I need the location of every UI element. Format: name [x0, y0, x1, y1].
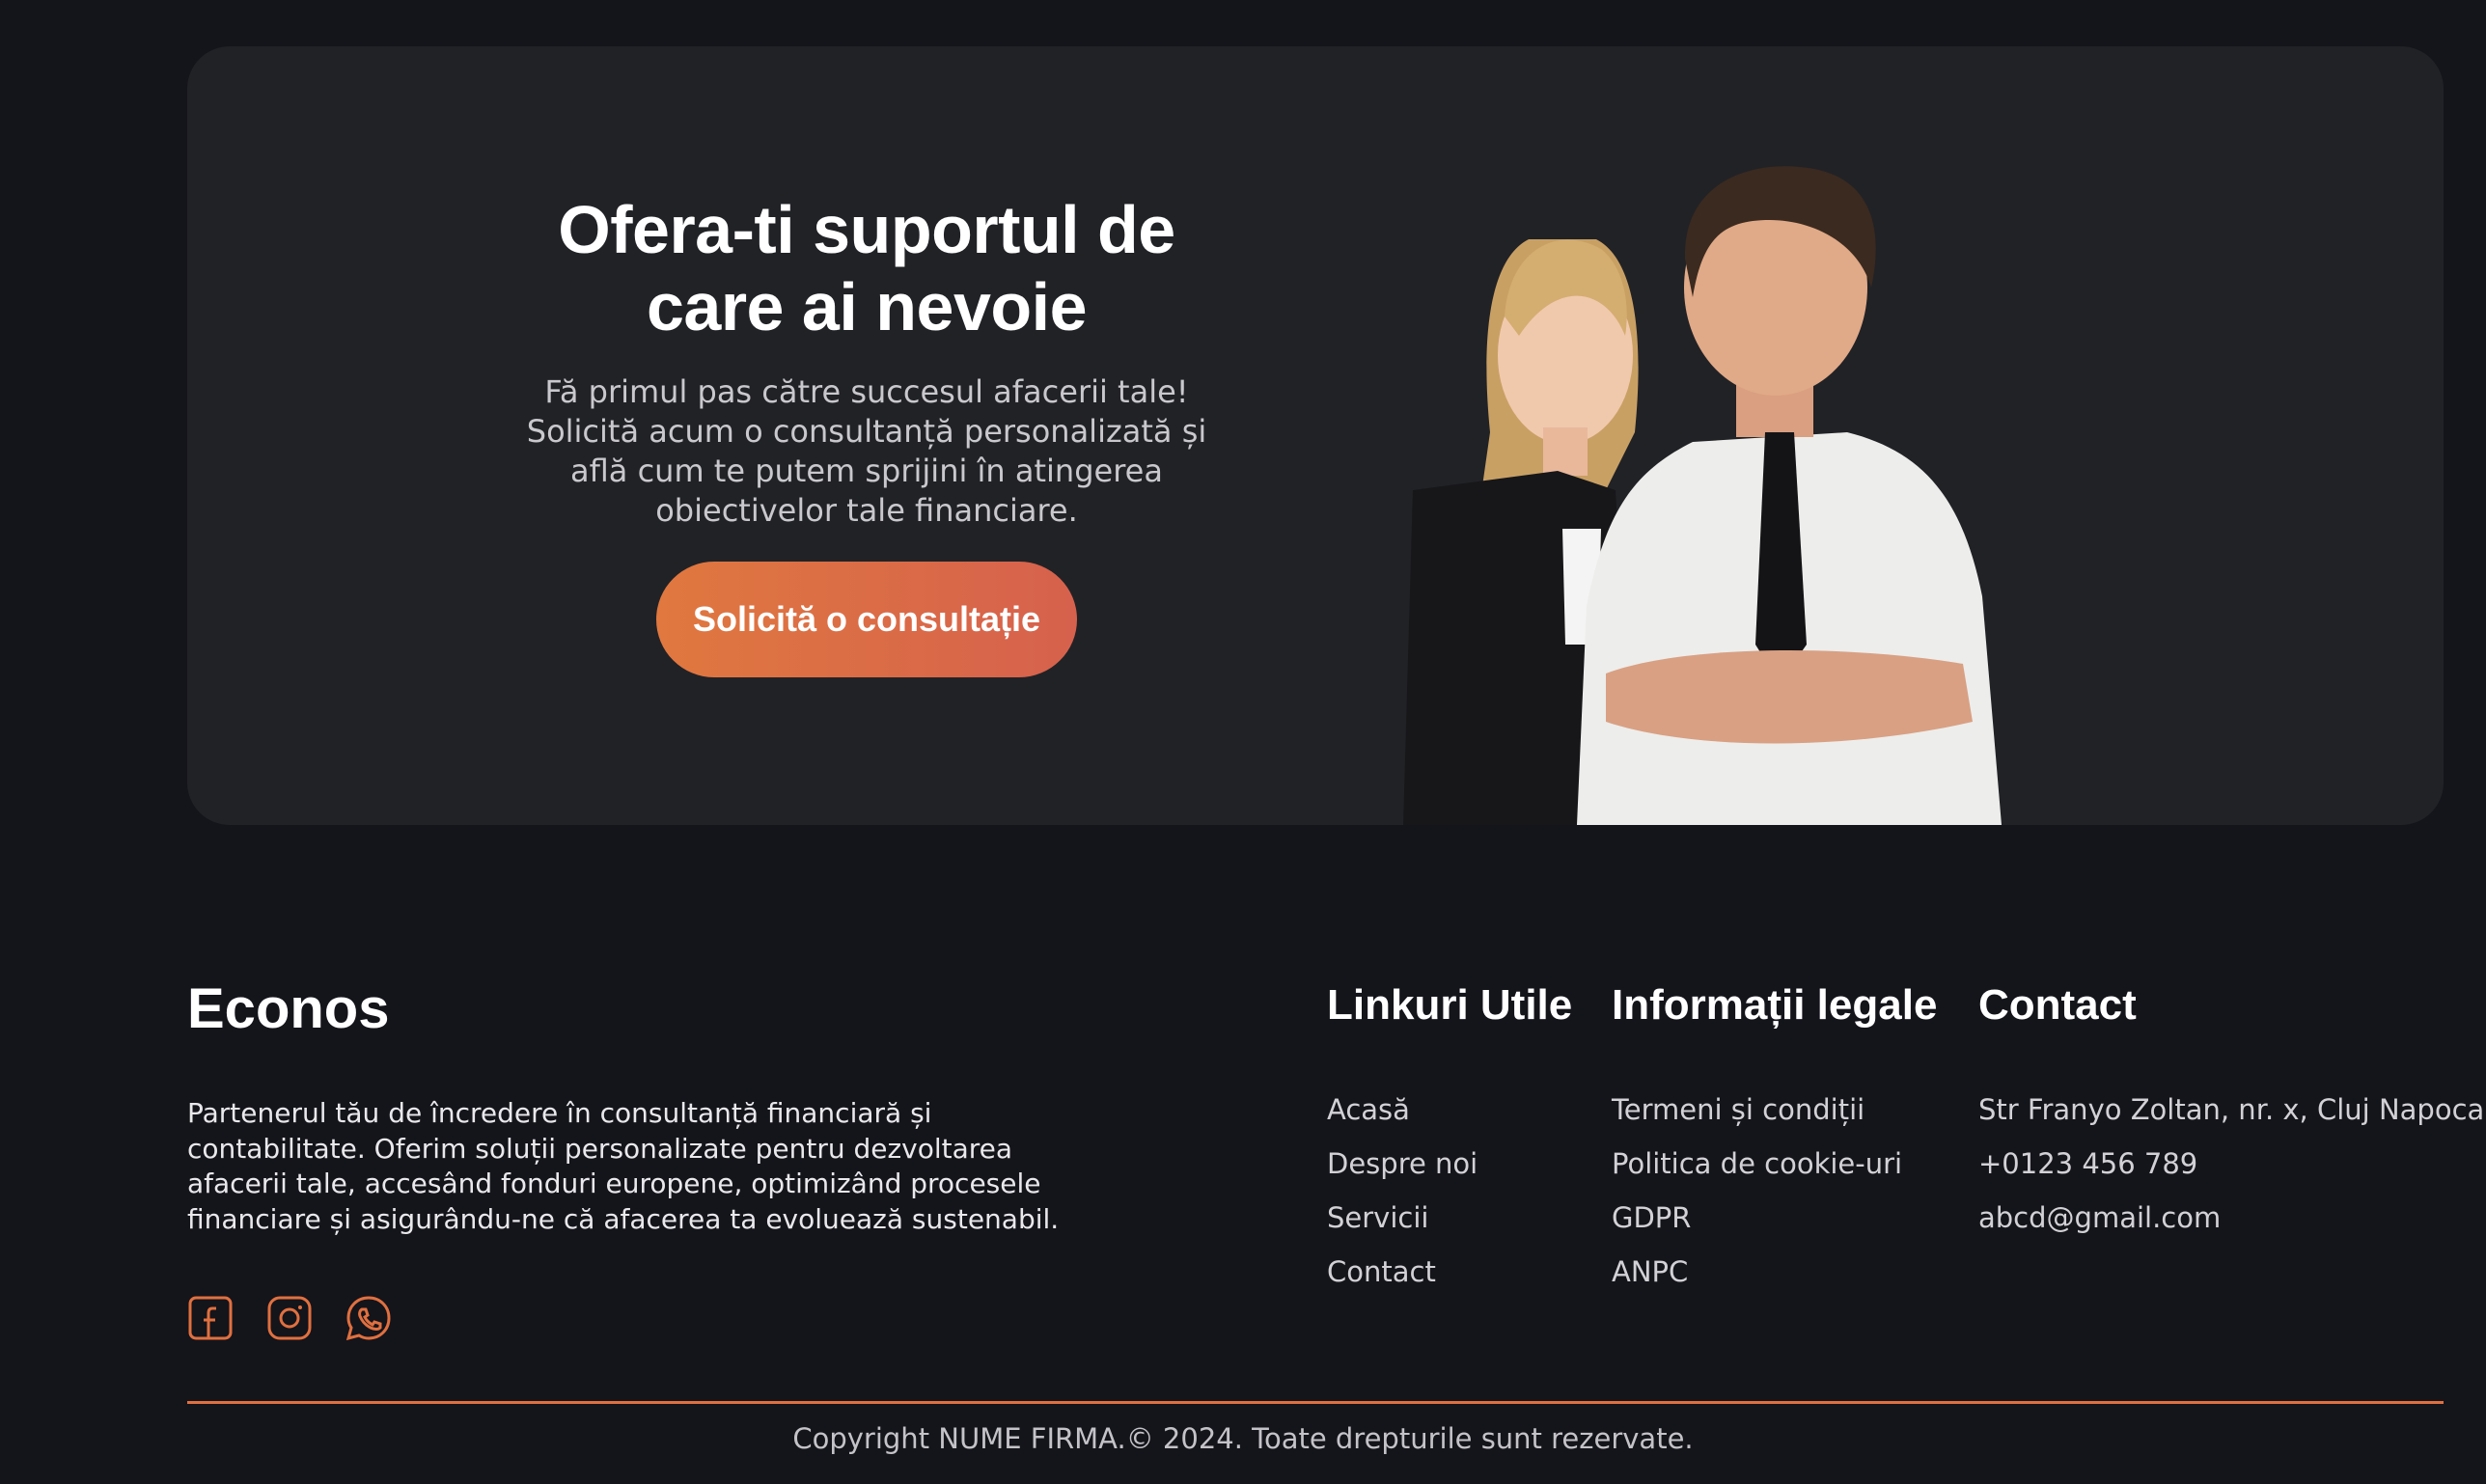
social-links: [187, 1295, 392, 1341]
man-figure: [1577, 166, 2002, 825]
instagram-icon[interactable]: [266, 1295, 313, 1341]
facebook-icon[interactable]: [187, 1295, 234, 1341]
footer-legal-info: Informații legale Termeni și condiții Po…: [1612, 976, 1937, 1299]
business-people-image: [1403, 166, 2002, 825]
contact-address: Str Franyo Zoltan, nr. x, Cluj Napoca: [1978, 1093, 2485, 1126]
footer-link-about[interactable]: Despre noi: [1327, 1137, 1572, 1191]
footer-link-contact[interactable]: Contact: [1327, 1245, 1572, 1299]
cta-title-line-2: care ai nevoie: [646, 269, 1088, 344]
footer-link-anpc[interactable]: ANPC: [1612, 1245, 1937, 1299]
useful-links-title: Linkuri Utile: [1327, 981, 1573, 1029]
contact-title: Contact: [1978, 981, 2137, 1029]
contact-email[interactable]: abcd@gmail.com: [1978, 1191, 2484, 1245]
cta-text-block: Ofera-ti suportul de care ai nevoie Fă p…: [490, 191, 1243, 677]
footer-divider: [187, 1401, 2444, 1404]
cta-card: Ofera-ti suportul de care ai nevoie Fă p…: [187, 46, 2444, 825]
cta-description: Fă primul pas către succesul afacerii ta…: [526, 373, 1207, 529]
request-consultation-button[interactable]: Solicită o consultație: [655, 562, 1078, 677]
contact-phone[interactable]: +0123 456 789: [1978, 1137, 2484, 1191]
footer-link-services[interactable]: Servicii: [1327, 1191, 1572, 1245]
legal-info-title: Informații legale: [1612, 981, 1938, 1029]
footer-contact: Contact Str Franyo Zoltan, nr. x, Cluj N…: [1978, 976, 2484, 1245]
footer-brand: Econos: [187, 977, 390, 1040]
cta-title-line-1: Ofera-ti suportul de: [558, 192, 1175, 267]
whatsapp-icon[interactable]: [345, 1295, 392, 1341]
footer-link-gdpr[interactable]: GDPR: [1612, 1191, 1937, 1245]
copyright-text: Copyright NUME FIRMA.© 2024. Toate drept…: [792, 1422, 1694, 1455]
page: Ofera-ti suportul de care ai nevoie Fă p…: [0, 0, 2486, 1484]
footer-useful-links: Linkuri Utile Acasă Despre noi Servicii …: [1327, 976, 1572, 1299]
footer-brand-description: Partenerul tău de încredere în consultan…: [187, 1097, 1060, 1235]
footer-link-terms[interactable]: Termeni și condiții: [1612, 1083, 1937, 1137]
cta-title: Ofera-ti suportul de care ai nevoie: [490, 191, 1243, 345]
footer-link-home[interactable]: Acasă: [1327, 1083, 1572, 1137]
footer-link-cookies[interactable]: Politica de cookie-uri: [1612, 1137, 1937, 1191]
